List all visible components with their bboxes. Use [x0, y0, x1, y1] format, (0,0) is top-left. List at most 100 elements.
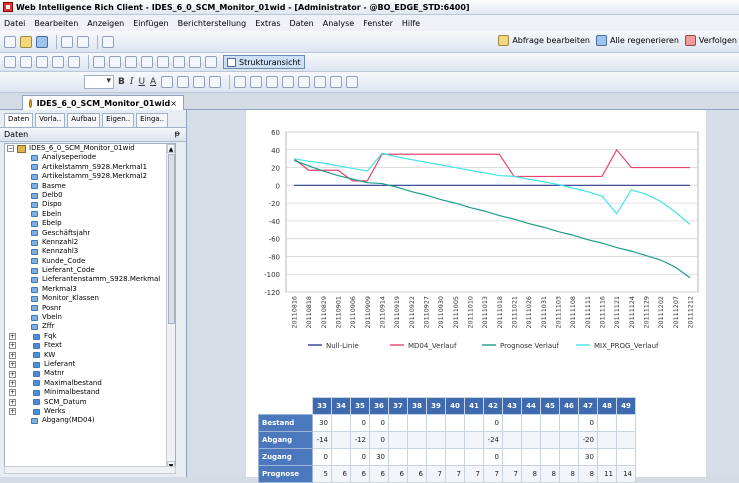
tree-item[interactable]: Delb0 [5, 191, 175, 200]
redo-icon[interactable] [68, 56, 80, 68]
format-painter-icon[interactable] [346, 76, 359, 88]
panel-tab-2[interactable]: Aufbau [67, 113, 101, 127]
tree-item[interactable]: Kennzahl2 [5, 238, 175, 247]
break-icon[interactable] [173, 56, 185, 68]
expand-icon[interactable]: + [9, 351, 16, 359]
sum-icon[interactable] [141, 56, 153, 68]
document-tab[interactable]: IDES_6_0_SCM_Monitor_01wid × [22, 95, 184, 110]
tree-folder[interactable]: + Minimalbestand [5, 388, 175, 397]
align-top-icon[interactable] [282, 76, 295, 88]
tree-folder[interactable]: + Fqk [5, 332, 175, 341]
tree-folder[interactable]: + Werks [5, 407, 175, 416]
tree-horizontal-scrollbar[interactable] [4, 466, 176, 474]
close-tab-icon[interactable]: × [170, 99, 177, 108]
pin-icon[interactable]: ᵽ [175, 129, 180, 138]
insert-table-icon[interactable] [4, 56, 16, 68]
tree-folder[interactable]: + Maximalbestand [5, 379, 175, 388]
font-color-icon[interactable]: A [150, 77, 156, 87]
ranking-icon[interactable] [157, 56, 169, 68]
refresh-all-button[interactable]: Alle regenerieren [595, 35, 679, 46]
menu-bearbeiten[interactable]: Bearbeiten [34, 19, 78, 28]
tree-item[interactable]: Artikelstamm_S928.Merkmal2 [5, 172, 175, 181]
menu-datei[interactable]: Datei [4, 19, 25, 28]
panel-tab-0[interactable]: Daten [4, 113, 34, 127]
tree-item[interactable]: Kennzahl3 [5, 247, 175, 256]
border-style-icon[interactable] [193, 76, 206, 88]
menu-hilfe[interactable]: Hilfe [402, 19, 420, 28]
menu-anzeigen[interactable]: Anzeigen [87, 19, 124, 28]
tree-item[interactable]: Zffr [5, 322, 175, 331]
tree-item[interactable]: Kunde_Code [5, 257, 175, 266]
expand-icon[interactable]: + [9, 333, 16, 340]
tree-item[interactable]: Lieferantenstamm_S928.Merkmal [5, 275, 175, 284]
view-icon[interactable] [102, 35, 114, 48]
undo-icon[interactable] [52, 56, 64, 68]
filter-icon[interactable] [109, 56, 121, 68]
menu-einfügen[interactable]: Einfügen [133, 19, 168, 28]
font-size-dropdown[interactable] [84, 75, 114, 89]
line-color-icon[interactable] [209, 76, 222, 88]
tree-item[interactable]: Artikelstamm_S928.Merkmal1 [5, 163, 175, 172]
menu-daten[interactable]: Daten [290, 19, 314, 28]
expand-icon[interactable]: + [9, 398, 16, 406]
expand-icon[interactable]: + [9, 389, 16, 397]
scroll-thumb[interactable] [168, 154, 175, 324]
border-icon[interactable] [177, 76, 190, 88]
tree-scrollbar[interactable]: ▲ ▼ [166, 144, 175, 470]
tree-folder[interactable]: + Ftext [5, 341, 175, 350]
tree-item[interactable]: Vbeln [5, 313, 175, 322]
tree-item[interactable]: Analyseperiode [5, 153, 175, 162]
tree-item[interactable]: Merkmal3 [5, 285, 175, 294]
bold-icon[interactable]: B [118, 77, 125, 87]
tree-item[interactable]: Basme [5, 182, 175, 191]
section-icon[interactable] [189, 56, 201, 68]
tree-item[interactable]: Dispo [5, 200, 175, 209]
expand-icon[interactable]: + [9, 408, 16, 416]
insert-cell-icon[interactable] [36, 56, 48, 68]
scroll-up-icon[interactable]: ▲ [167, 144, 175, 153]
collapse-icon[interactable]: − [7, 145, 14, 153]
outline-icon[interactable] [205, 56, 217, 68]
tree-root[interactable]: − IDES_6_0_SCM_Monitor_01wid [5, 144, 175, 153]
menu-fenster[interactable]: Fenster [363, 19, 393, 28]
track-button[interactable]: Verfolgen [684, 35, 737, 46]
print-icon[interactable] [61, 35, 73, 48]
edit-query-button[interactable]: Abfrage bearbeiten [498, 35, 590, 46]
expand-icon[interactable]: + [9, 370, 16, 378]
tree-folder[interactable]: + Matnr [5, 369, 175, 378]
open-folder-icon[interactable] [20, 35, 32, 48]
structure-view-button[interactable]: Strukturansicht [223, 55, 305, 69]
tree-item[interactable]: Monitor_Klassen [5, 294, 175, 303]
tree-item[interactable]: Ebelp [5, 219, 175, 228]
expand-icon[interactable]: + [9, 379, 16, 387]
alert-icon[interactable] [93, 56, 105, 68]
italic-icon[interactable]: I [130, 77, 134, 87]
underline-icon[interactable]: U [138, 77, 145, 87]
sort-icon[interactable] [125, 56, 137, 68]
fill-color-icon[interactable] [161, 76, 174, 88]
panel-tab-4[interactable]: Einga.. [136, 113, 169, 127]
new-document-icon[interactable] [4, 35, 16, 48]
align-center-icon[interactable] [250, 76, 263, 88]
wrap-text-icon[interactable] [330, 76, 343, 88]
save-icon[interactable] [36, 35, 48, 48]
tree-item[interactable]: Lieferant_Code [5, 266, 175, 275]
tree-folder[interactable]: + Lieferant [5, 360, 175, 369]
panel-tab-3[interactable]: Eigen.. [102, 113, 135, 127]
tree-item[interactable]: Abgang(MD04) [5, 416, 175, 425]
menu-extras[interactable]: Extras [255, 19, 280, 28]
tree-item[interactable]: Geschäftsjahr [5, 229, 175, 238]
tree-item[interactable]: Posnr [5, 304, 175, 313]
align-right-icon[interactable] [266, 76, 279, 88]
tree-folder[interactable]: + SCM_Datum [5, 398, 175, 407]
find-icon[interactable] [77, 35, 89, 48]
panel-tab-1[interactable]: Vorla.. [35, 113, 66, 127]
tree-folder[interactable]: + KW [5, 351, 175, 360]
expand-icon[interactable]: + [9, 342, 16, 350]
align-middle-icon[interactable] [298, 76, 311, 88]
insert-chart-icon[interactable] [20, 56, 32, 68]
align-bottom-icon[interactable] [314, 76, 327, 88]
align-left-icon[interactable] [234, 76, 247, 88]
expand-icon[interactable]: + [9, 361, 16, 369]
menu-analyse[interactable]: Analyse [323, 19, 355, 28]
